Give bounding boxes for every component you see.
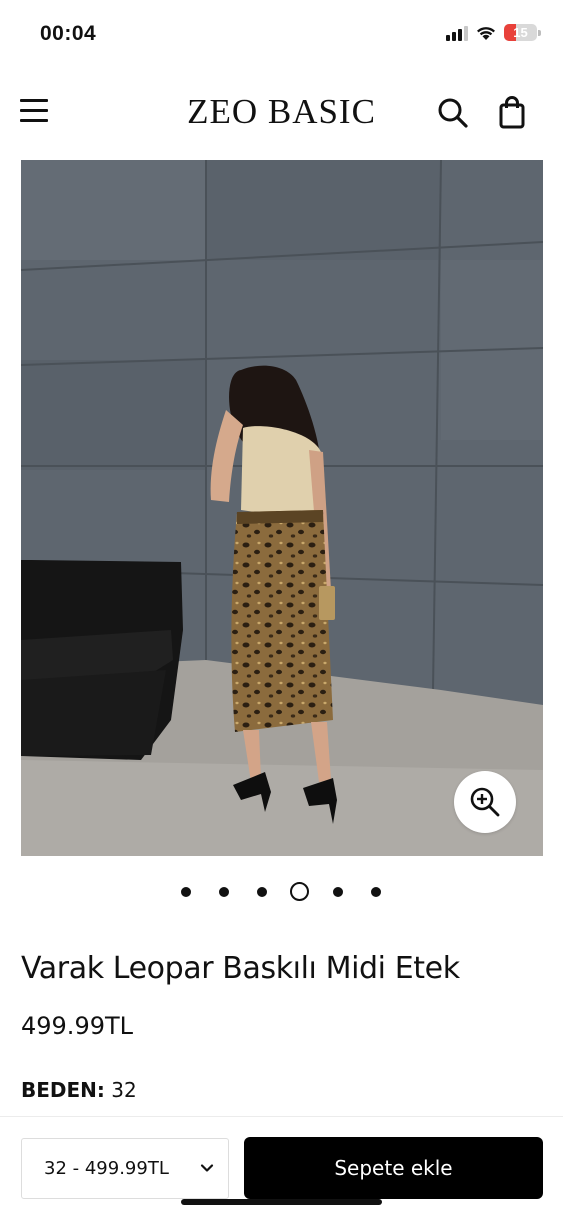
shopping-bag-icon[interactable] (495, 94, 529, 130)
size-select[interactable]: 32 - 499.99TL (21, 1138, 229, 1199)
product-title: Varak Leopar Baskılı Midi Etek (21, 951, 460, 986)
brand-logo[interactable]: ZEO BASIC (0, 92, 563, 132)
carousel-dot[interactable] (181, 887, 191, 897)
carousel-dot[interactable] (371, 887, 381, 897)
battery-icon: 15 (504, 24, 541, 41)
size-label: BEDEN: (21, 1078, 105, 1102)
status-time: 00:04 (40, 22, 97, 45)
size-value: 32 (111, 1078, 137, 1102)
product-photo (21, 160, 543, 856)
status-bar: 00:04 15 (0, 0, 563, 68)
search-icon[interactable] (436, 96, 470, 130)
status-icons: 15 (446, 24, 541, 41)
carousel-dot-active[interactable] (290, 882, 309, 901)
size-select-value: 32 - 499.99TL (44, 1158, 169, 1179)
battery-level: 15 (513, 25, 528, 40)
zoom-in-icon (470, 787, 500, 817)
carousel-dot[interactable] (219, 887, 229, 897)
carousel-dot[interactable] (333, 887, 343, 897)
carousel-dots (0, 882, 563, 904)
product-image[interactable] (21, 160, 543, 856)
home-indicator (181, 1199, 382, 1205)
wifi-icon (477, 26, 495, 40)
product-price: 499.99TL (21, 1012, 134, 1040)
chevron-down-icon (200, 1164, 214, 1172)
carousel-dot[interactable] (257, 887, 267, 897)
site-header: ZEO BASIC (0, 82, 563, 144)
zoom-button[interactable] (454, 771, 516, 833)
size-info: BEDEN: 32 (21, 1078, 137, 1102)
add-to-cart-button[interactable]: Sepete ekle (244, 1137, 543, 1199)
signal-icon (446, 25, 468, 41)
product-page: 00:04 15 ZEO BASIC Varak Leopar Baskılı … (0, 0, 563, 1218)
